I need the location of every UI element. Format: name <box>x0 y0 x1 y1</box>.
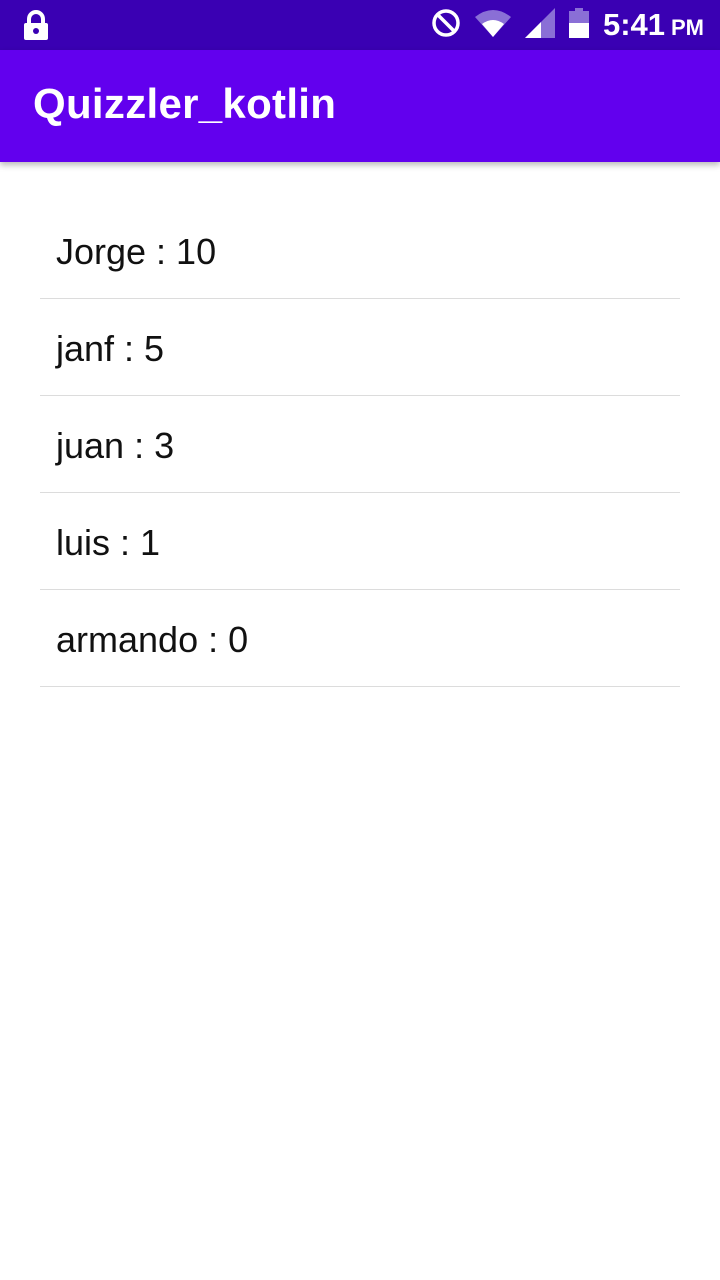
list-item[interactable]: janf : 5 <box>40 299 680 396</box>
app-bar: Quizzler_kotlin <box>0 50 720 162</box>
score-text: janf : 5 <box>56 328 165 369</box>
score-text: juan : 3 <box>56 425 175 466</box>
list-item[interactable]: Jorge : 10 <box>40 202 680 299</box>
list-item[interactable]: armando : 0 <box>40 590 680 687</box>
cell-signal-icon <box>524 7 555 43</box>
status-icons: 5:41 PM <box>431 0 704 50</box>
status-bar: 5:41 PM <box>0 0 720 50</box>
wifi-icon <box>474 9 511 42</box>
do-not-disturb-icon <box>431 8 461 43</box>
score-list: Jorge : 10 janf : 5 juan : 3 luis : 1 ar… <box>40 202 680 687</box>
score-text: Jorge : 10 <box>56 231 217 272</box>
list-item[interactable]: juan : 3 <box>40 396 680 493</box>
app-title: Quizzler_kotlin <box>33 80 337 127</box>
battery-icon <box>568 7 589 43</box>
list-item[interactable]: luis : 1 <box>40 493 680 590</box>
clock-ampm: PM <box>671 15 704 40</box>
lock-icon <box>22 10 50 40</box>
score-text: luis : 1 <box>56 522 161 563</box>
clock-time: 5:41 <box>602 7 665 42</box>
score-text: armando : 0 <box>56 619 249 660</box>
